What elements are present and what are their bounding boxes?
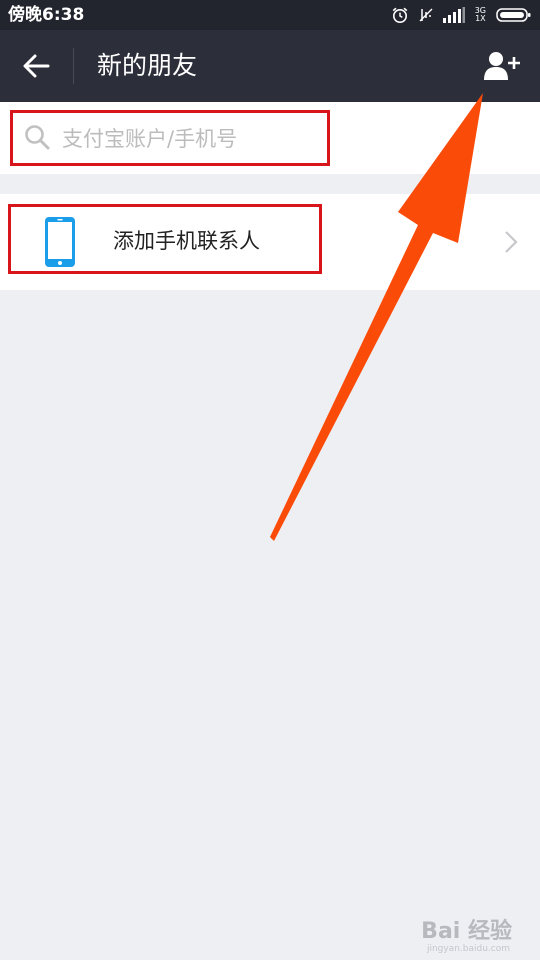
watermark: Bai 经验 (421, 919, 512, 944)
chevron-right-icon (505, 231, 518, 253)
arrow-left-icon (23, 54, 50, 78)
mute-icon (419, 8, 433, 22)
add-contact-button[interactable] (478, 44, 526, 88)
add-person-icon (484, 52, 520, 80)
status-time: 傍晚6:38 (8, 5, 85, 25)
back-button[interactable] (14, 44, 58, 88)
search-input[interactable] (62, 120, 322, 158)
search-icon (25, 125, 50, 150)
add-phone-contacts-label: 添加手机联系人 (113, 229, 260, 253)
status-bar: 傍晚6:38 3G 1X (0, 0, 540, 30)
phone-icon (45, 217, 75, 267)
page-title: 新的朋友 (97, 51, 198, 80)
watermark-subtext: jingyan.baidu.com (426, 944, 510, 954)
add-phone-contacts-row[interactable]: 添加手机联系人 (0, 194, 540, 290)
nav-header: 新的朋友 (0, 30, 540, 102)
search-bar (0, 102, 540, 174)
network-type: 3G 1X (475, 7, 486, 23)
battery-icon (496, 8, 531, 22)
header-divider (73, 48, 74, 84)
alarm-icon (392, 7, 408, 23)
signal-icon (442, 7, 465, 23)
status-icons: 3G 1X (381, 5, 532, 25)
network-type-bottom: 1X (475, 14, 486, 23)
